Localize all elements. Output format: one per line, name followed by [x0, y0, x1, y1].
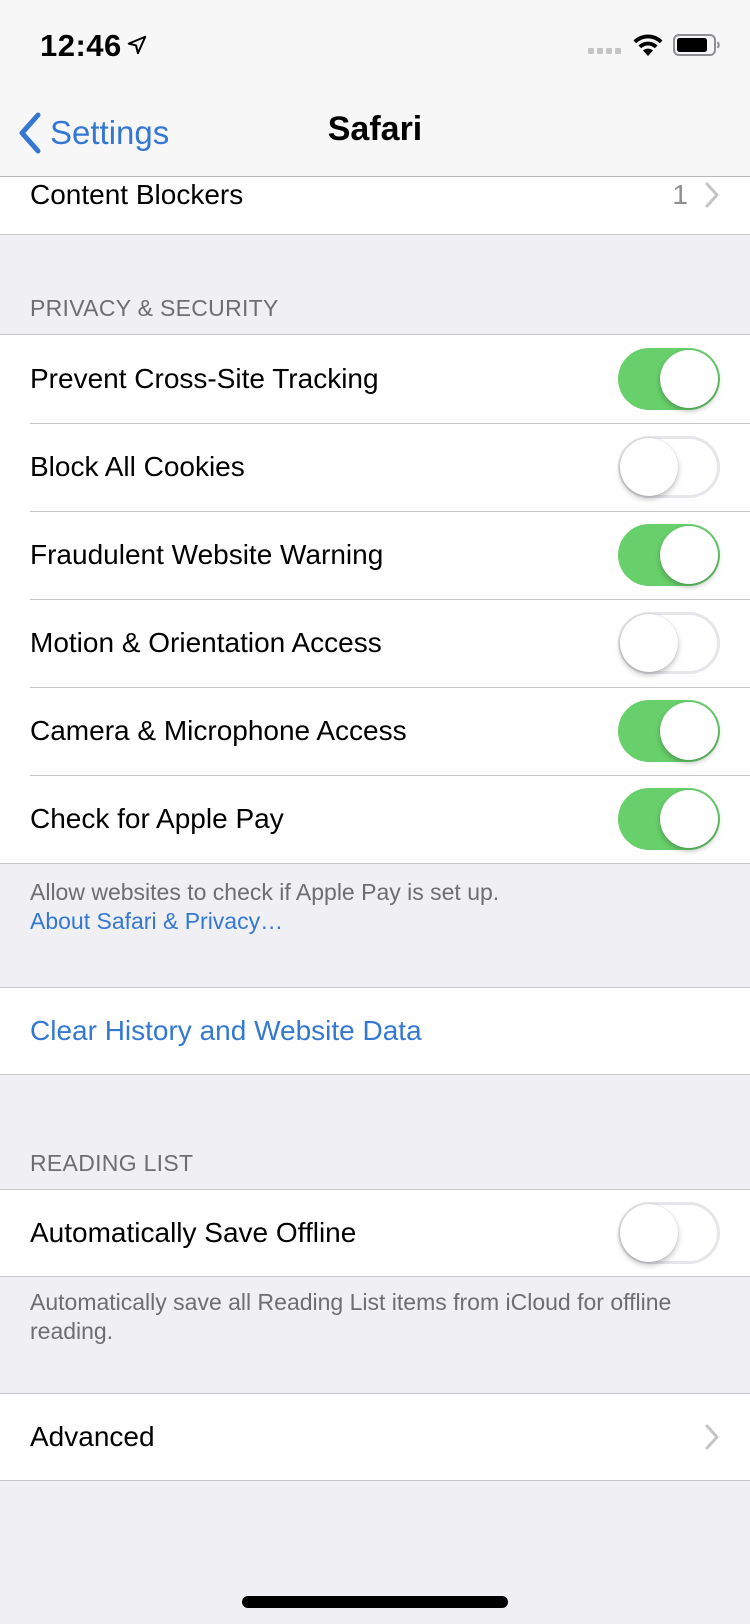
navigation-bar: Settings Safari	[0, 90, 750, 177]
home-indicator[interactable]	[242, 1596, 508, 1608]
privacy-section-header: PRIVACY & SECURITY	[30, 295, 279, 321]
chevron-right-icon	[705, 182, 719, 208]
privacy-row: Block All Cookies	[0, 423, 750, 511]
privacy-group: Prevent Cross-Site Tracking Block All Co…	[0, 334, 750, 864]
prevent-cross-site-tracking-toggle[interactable]	[618, 348, 720, 410]
privacy-row-label: Camera & Microphone Access	[30, 715, 407, 746]
chevron-right-icon	[705, 1424, 719, 1450]
privacy-row: Camera & Microphone Access	[0, 687, 750, 775]
camera-microphone-access-toggle[interactable]	[618, 700, 720, 762]
reading-list-row: Automatically Save Offline	[0, 1190, 750, 1276]
privacy-row: Check for Apple Pay	[0, 775, 750, 863]
privacy-row: Motion & Orientation Access	[0, 599, 750, 687]
fraudulent-website-warning-toggle[interactable]	[618, 524, 720, 586]
page-title: Safari	[327, 110, 423, 148]
privacy-row-label: Block All Cookies	[30, 451, 245, 482]
privacy-row: Fraudulent Website Warning	[0, 511, 750, 599]
advanced-group: Advanced	[0, 1393, 750, 1481]
battery-icon	[673, 34, 720, 56]
check-for-apple-pay-toggle[interactable]	[618, 788, 720, 850]
reading-list-section-header: READING LIST	[30, 1150, 194, 1176]
reading-list-footer: Automatically save all Reading List item…	[30, 1289, 672, 1344]
clear-history-label: Clear History and Website Data	[30, 1015, 422, 1046]
advanced-label: Advanced	[30, 1421, 155, 1452]
content-blockers-count: 1	[672, 179, 688, 210]
advanced-row[interactable]: Advanced	[0, 1394, 750, 1480]
about-safari-privacy-link[interactable]: About Safari & Privacy…	[30, 907, 690, 936]
motion-orientation-access-toggle[interactable]	[618, 612, 720, 674]
privacy-footer: Allow websites to check if Apple Pay is …	[30, 878, 690, 936]
clear-history-group: Clear History and Website Data	[0, 987, 750, 1075]
location-arrow-icon	[127, 35, 147, 55]
content-blockers-label: Content Blockers	[30, 179, 244, 210]
content-blockers-row[interactable]: Content Blockers 1	[0, 177, 750, 234]
block-all-cookies-toggle[interactable]	[618, 436, 720, 498]
signal-dots-icon	[588, 48, 621, 54]
reading-list-group: Automatically Save Offline	[0, 1189, 750, 1277]
privacy-row-label: Motion & Orientation Access	[30, 627, 382, 658]
automatically-save-offline-toggle[interactable]	[618, 1202, 720, 1264]
content-blockers-group: Content Blockers 1	[0, 177, 750, 235]
privacy-row: Prevent Cross-Site Tracking	[0, 335, 750, 423]
wifi-icon	[633, 34, 663, 56]
clear-history-button[interactable]: Clear History and Website Data	[0, 988, 750, 1074]
privacy-row-label: Check for Apple Pay	[30, 803, 284, 834]
status-bar: 12:46	[0, 0, 750, 90]
privacy-row-label: Fraudulent Website Warning	[30, 539, 384, 570]
privacy-row-label: Prevent Cross-Site Tracking	[30, 363, 379, 394]
status-time: 12:46	[40, 28, 122, 63]
automatically-save-offline-label: Automatically Save Offline	[30, 1217, 357, 1248]
privacy-footer-text: Allow websites to check if Apple Pay is …	[30, 879, 500, 905]
